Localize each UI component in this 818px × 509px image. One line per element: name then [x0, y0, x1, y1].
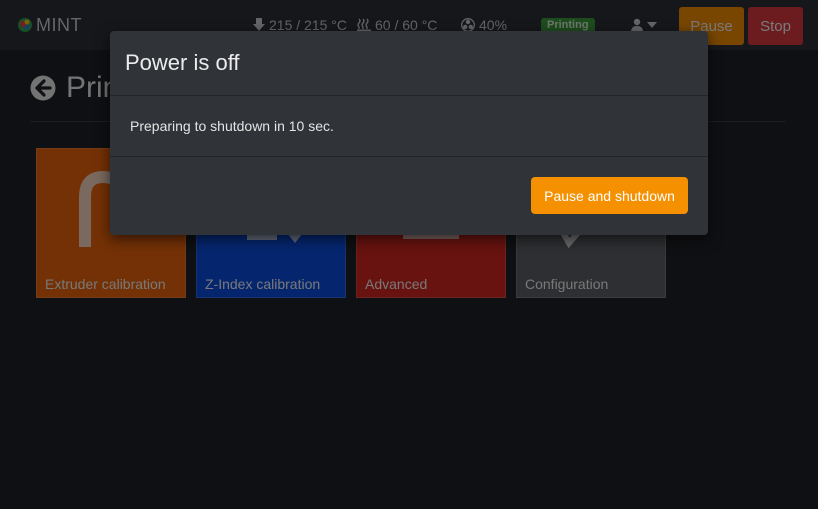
dialog-message: Preparing to shutdown in 10 sec. — [130, 118, 334, 134]
dialog-title: Power is off — [125, 50, 240, 75]
pause-and-shutdown-button[interactable]: Pause and shutdown — [531, 177, 688, 214]
dialog-header-divider — [110, 95, 708, 96]
power-off-dialog: Power is off Preparing to shutdown in 10… — [110, 31, 708, 235]
dialog-footer-divider — [110, 156, 708, 157]
